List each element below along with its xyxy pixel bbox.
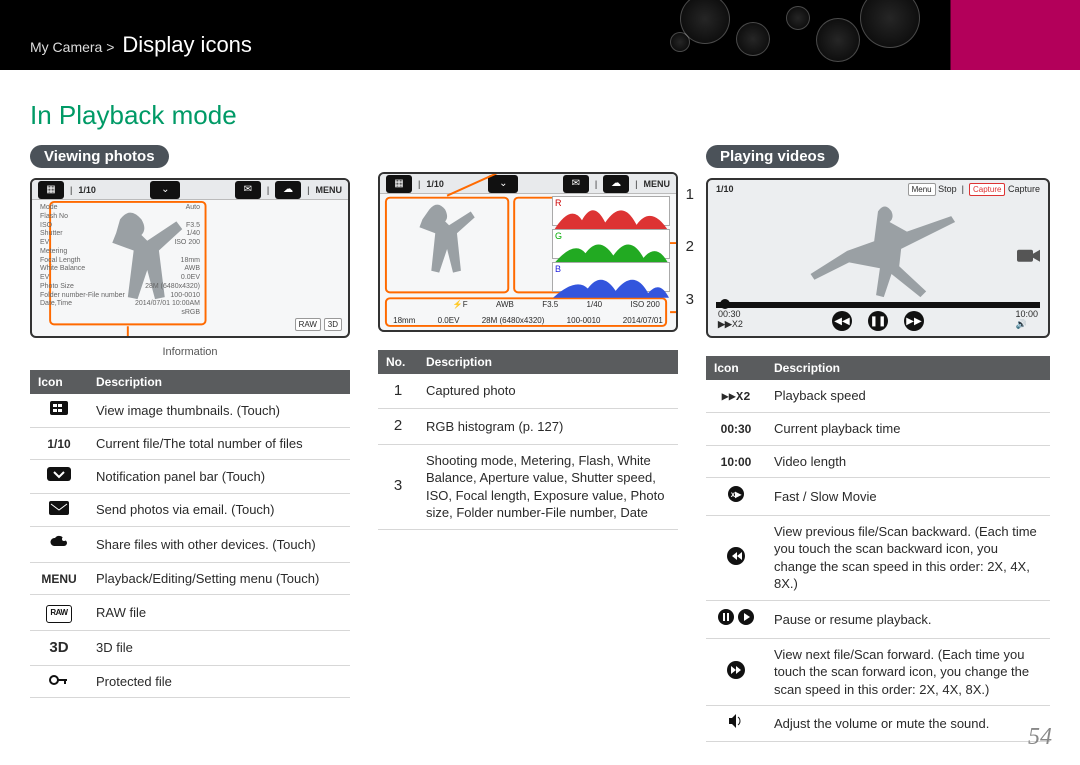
desc-cell: 3D file — [88, 630, 350, 665]
icon-cell: 1/10 — [30, 427, 88, 460]
icon-cell: 10:00 — [706, 445, 766, 478]
playing-videos-title: Playing videos — [706, 145, 839, 168]
callout-numbers: 1 2 3 — [686, 172, 694, 332]
desc-cell: RAW file — [88, 595, 350, 630]
three-d-badge: 3D — [324, 318, 342, 331]
th-desc: Description — [418, 350, 678, 374]
icon-cell — [30, 493, 88, 527]
desc-cell: View previous file/Scan backward. (Each … — [766, 515, 1050, 600]
histogram-lcd: ▦ | 1/10 ⌄ ✉| ☁| MENU — [378, 172, 678, 332]
num-cell: 1 — [378, 374, 418, 409]
chevron-down-icon[interactable]: ⌄ — [150, 181, 180, 199]
breadcrumb-current: Display icons — [122, 32, 252, 57]
histogram-column: ▦ | 1/10 ⌄ ✉| ☁| MENU — [378, 145, 678, 742]
desc-cell: Current file/The total number of files — [88, 427, 350, 460]
callout-1: 1 — [686, 186, 694, 203]
icon-cell: 3D — [30, 630, 88, 665]
icon-cell: MENU — [30, 562, 88, 595]
video-lcd: 1/10 Menu Stop | Capture Capture — [706, 178, 1050, 338]
icon-cell — [706, 638, 766, 706]
desc-cell: Protected file — [88, 665, 350, 698]
decorative-bokeh — [670, 4, 930, 64]
num-cell: 3 — [378, 444, 418, 529]
lcd-counter: 1/10 — [78, 185, 96, 195]
desc-cell: Shooting mode, Metering, Flash, White Ba… — [418, 444, 678, 529]
icon-cell — [706, 706, 766, 742]
histogram-table: No. Description 1Captured photo2RGB hist… — [378, 350, 678, 530]
camcorder-icon — [1016, 245, 1042, 267]
desc-cell: Captured photo — [418, 374, 678, 409]
thumb-icon[interactable]: ▦ — [38, 181, 64, 199]
icon-cell — [706, 601, 766, 639]
icon-cell: ▶▶X2 — [706, 380, 766, 413]
video-counter: 1/10 — [716, 184, 734, 194]
desc-cell: Playback/Editing/Setting menu (Touch) — [88, 562, 350, 595]
icon-cell: RAW — [30, 595, 88, 630]
icon-cell: x▶ — [706, 478, 766, 516]
icon-cell: 00:30 — [706, 413, 766, 446]
desc-cell: Adjust the volume or mute the sound. — [766, 706, 1050, 742]
desc-cell: Send photos via email. (Touch) — [88, 493, 350, 527]
rew-button[interactable]: ◀◀ — [832, 311, 852, 331]
desc-cell: View image thumbnails. (Touch) — [88, 394, 350, 427]
callout-2: 2 — [686, 238, 694, 255]
section-heading: In Playback mode — [30, 100, 1050, 131]
th-desc: Description — [88, 370, 350, 394]
th-no: No. — [378, 350, 418, 374]
icon-cell — [30, 527, 88, 563]
lcd-menu[interactable]: MENU — [316, 185, 343, 195]
progress-bar[interactable] — [716, 302, 1040, 308]
breadcrumb: My Camera > Display icons — [30, 32, 252, 58]
svg-text:x▶: x▶ — [731, 490, 742, 499]
playing-videos-column: Playing videos 1/10 Menu Stop | Capture … — [706, 145, 1050, 742]
stop-button[interactable]: Stop — [938, 184, 957, 194]
th-desc: Description — [766, 356, 1050, 380]
th-icon: Icon — [30, 370, 88, 394]
pause-button[interactable]: ❚❚ — [868, 311, 888, 331]
photos-icon-table: Icon Description View image thumbnails. … — [30, 370, 350, 698]
cloud-share-icon[interactable]: ☁ — [275, 181, 301, 199]
viewing-photos-column: Viewing photos ▦ | 1/10 ⌄ ✉ | ☁ | MENU — [30, 145, 350, 742]
desc-cell: Video length — [766, 445, 1050, 478]
th-icon: Icon — [706, 356, 766, 380]
desc-cell: Pause or resume playback. — [766, 601, 1050, 639]
desc-cell: Fast / Slow Movie — [766, 478, 1050, 516]
icon-cell — [30, 460, 88, 494]
info-caption: Information — [30, 346, 350, 358]
page-number: 54 — [1028, 724, 1052, 751]
photo-info-lcd: ▦ | 1/10 ⌄ ✉ | ☁ | MENU — [30, 178, 350, 338]
raw-badge: RAW — [295, 318, 321, 331]
desc-cell: Share files with other devices. (Touch) — [88, 527, 350, 563]
icon-cell — [30, 665, 88, 698]
desc-cell: Notification panel bar (Touch) — [88, 460, 350, 494]
num-cell: 2 — [378, 409, 418, 444]
mail-icon[interactable]: ✉ — [235, 181, 261, 199]
rgb-histograms: R G B — [552, 196, 670, 295]
icon-cell — [706, 515, 766, 600]
ffwd-button[interactable]: ▶▶ — [904, 311, 924, 331]
callout-3: 3 — [686, 291, 694, 308]
icon-cell — [30, 394, 88, 427]
desc-cell: Playback speed — [766, 380, 1050, 413]
desc-cell: RGB histogram (p. 127) — [418, 409, 678, 444]
capture-label: Capture — [1008, 184, 1040, 194]
desc-cell: View next file/Scan forward. (Each time … — [766, 638, 1050, 706]
videos-icon-table: Icon Description ▶▶X2Playback speed00:30… — [706, 356, 1050, 742]
viewing-photos-title: Viewing photos — [30, 145, 169, 168]
header: My Camera > Display icons — [0, 0, 1080, 70]
breadcrumb-parent: My Camera > — [30, 39, 114, 55]
desc-cell: Current playback time — [766, 413, 1050, 446]
